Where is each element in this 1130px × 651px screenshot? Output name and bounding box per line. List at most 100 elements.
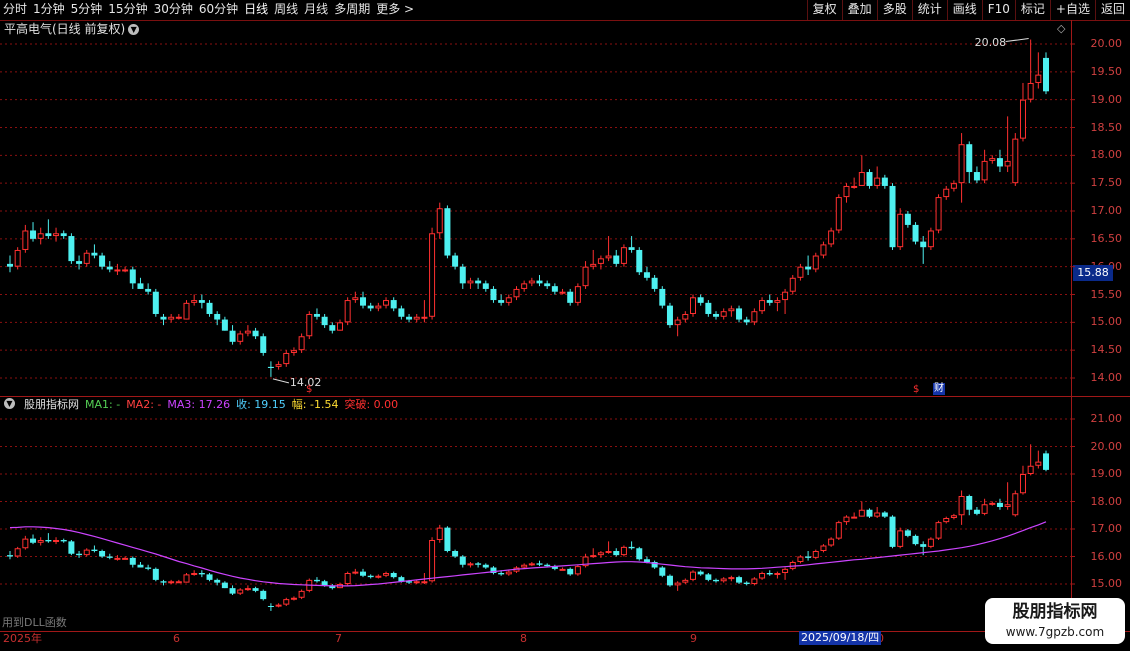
- chevron-down-icon[interactable]: ▼: [4, 398, 15, 409]
- indicator-candle: [344, 573, 351, 584]
- indicator-candle: [636, 548, 643, 560]
- indicator-candle: [881, 512, 888, 517]
- indicator-candle: [237, 589, 244, 594]
- candle: [866, 172, 873, 186]
- footer-note: 用到DLL函数: [2, 616, 67, 629]
- candle: [275, 364, 282, 367]
- candle: [206, 302, 213, 314]
- indicator-candle: [482, 564, 489, 568]
- indicator-candle: [544, 564, 551, 567]
- indicator-candle: [214, 579, 221, 583]
- indicator-candle: [874, 512, 881, 517]
- watermark-title: 股朋指标网: [1012, 602, 1098, 622]
- candle: [751, 311, 758, 323]
- indicator-candle: [290, 597, 297, 600]
- indicator-candle: [1027, 465, 1034, 474]
- indicator-candle: [728, 577, 735, 580]
- candle: [843, 185, 850, 198]
- indicator-candle: [191, 573, 198, 575]
- finance-marker[interactable]: 财: [933, 383, 945, 395]
- candle: [298, 336, 305, 351]
- candle: [713, 313, 720, 317]
- candle: [83, 252, 90, 264]
- indicator-candle: [812, 551, 819, 558]
- indicator-candle: [697, 571, 704, 575]
- indicator-candle: [14, 548, 21, 557]
- candle: [973, 172, 980, 181]
- indicator-candle: [267, 606, 274, 607]
- indicator-candle: [666, 575, 673, 586]
- candle: [183, 302, 190, 320]
- candle: [421, 316, 428, 319]
- indicator-candle: [298, 590, 305, 598]
- indicator-candle: [114, 557, 121, 560]
- dollar-marker[interactable]: $: [306, 384, 312, 396]
- indicator-candle: [175, 581, 182, 584]
- candle: [344, 300, 351, 323]
- candle: [313, 313, 320, 317]
- candle: [551, 286, 558, 292]
- chart-canvas[interactable]: [0, 0, 1130, 650]
- indicator-candle: [597, 552, 604, 556]
- candle: [375, 305, 382, 309]
- candle: [874, 177, 881, 186]
- candle: [996, 158, 1003, 167]
- candle: [329, 325, 336, 331]
- candle: [935, 197, 942, 231]
- candle: [260, 336, 267, 353]
- indicator-candle: [260, 590, 267, 600]
- candle: [321, 316, 328, 326]
- candle: [966, 144, 973, 173]
- candle: [91, 252, 98, 256]
- candle: [835, 197, 842, 231]
- candle: [904, 213, 911, 225]
- candle: [7, 263, 13, 267]
- candle: [659, 288, 666, 306]
- candle: [674, 319, 681, 326]
- time-axis: [0, 631, 1130, 651]
- indicator-candle: [935, 522, 942, 539]
- candle: [336, 322, 343, 331]
- candle: [214, 313, 221, 320]
- indicator-candle: [244, 588, 251, 591]
- candle: [705, 302, 712, 314]
- candle: [76, 261, 83, 264]
- indicator-candle: [198, 573, 205, 575]
- x-label-jun: 6: [173, 632, 180, 645]
- candle: [137, 283, 144, 289]
- indicator-candle: [22, 538, 29, 549]
- indicator-candle: [7, 555, 13, 557]
- indicator-candle: [797, 556, 804, 562]
- indicator-candle: [221, 582, 228, 589]
- indicator-candle: [452, 551, 459, 557]
- indicator-candle: [996, 502, 1003, 507]
- indicator-candle: [897, 530, 904, 547]
- indicator-candle: [1012, 493, 1019, 516]
- indicator-candle: [53, 540, 60, 542]
- watermark-logo: 股朋指标网 www.7gpzb.com: [985, 598, 1125, 644]
- indicator-candle: [682, 579, 689, 583]
- candle: [290, 350, 297, 353]
- legend-ma2: MA2: -: [126, 398, 162, 411]
- candle: [283, 352, 290, 365]
- indicator-candle: [920, 544, 927, 547]
- candle: [605, 255, 612, 259]
- indicator-candle: [927, 538, 934, 547]
- indicator-candle: [421, 581, 428, 584]
- indicator-candle: [743, 582, 750, 584]
- dollar-marker[interactable]: $: [913, 384, 919, 396]
- indicator-candle: [966, 496, 973, 510]
- indicator-candle: [943, 518, 950, 523]
- indicator-candle: [1019, 474, 1026, 494]
- candle: [782, 291, 789, 301]
- indicator-name: 股朋指标网: [24, 398, 79, 411]
- candle: [590, 263, 597, 267]
- candle: [628, 247, 635, 250]
- candle: [851, 185, 858, 188]
- candle: [897, 213, 904, 248]
- legend-breakout: 突破: 0.00: [344, 398, 399, 411]
- indicator-candle: [574, 566, 581, 575]
- indicator-candle: [590, 555, 597, 558]
- candle: [22, 230, 29, 250]
- candle: [390, 300, 397, 309]
